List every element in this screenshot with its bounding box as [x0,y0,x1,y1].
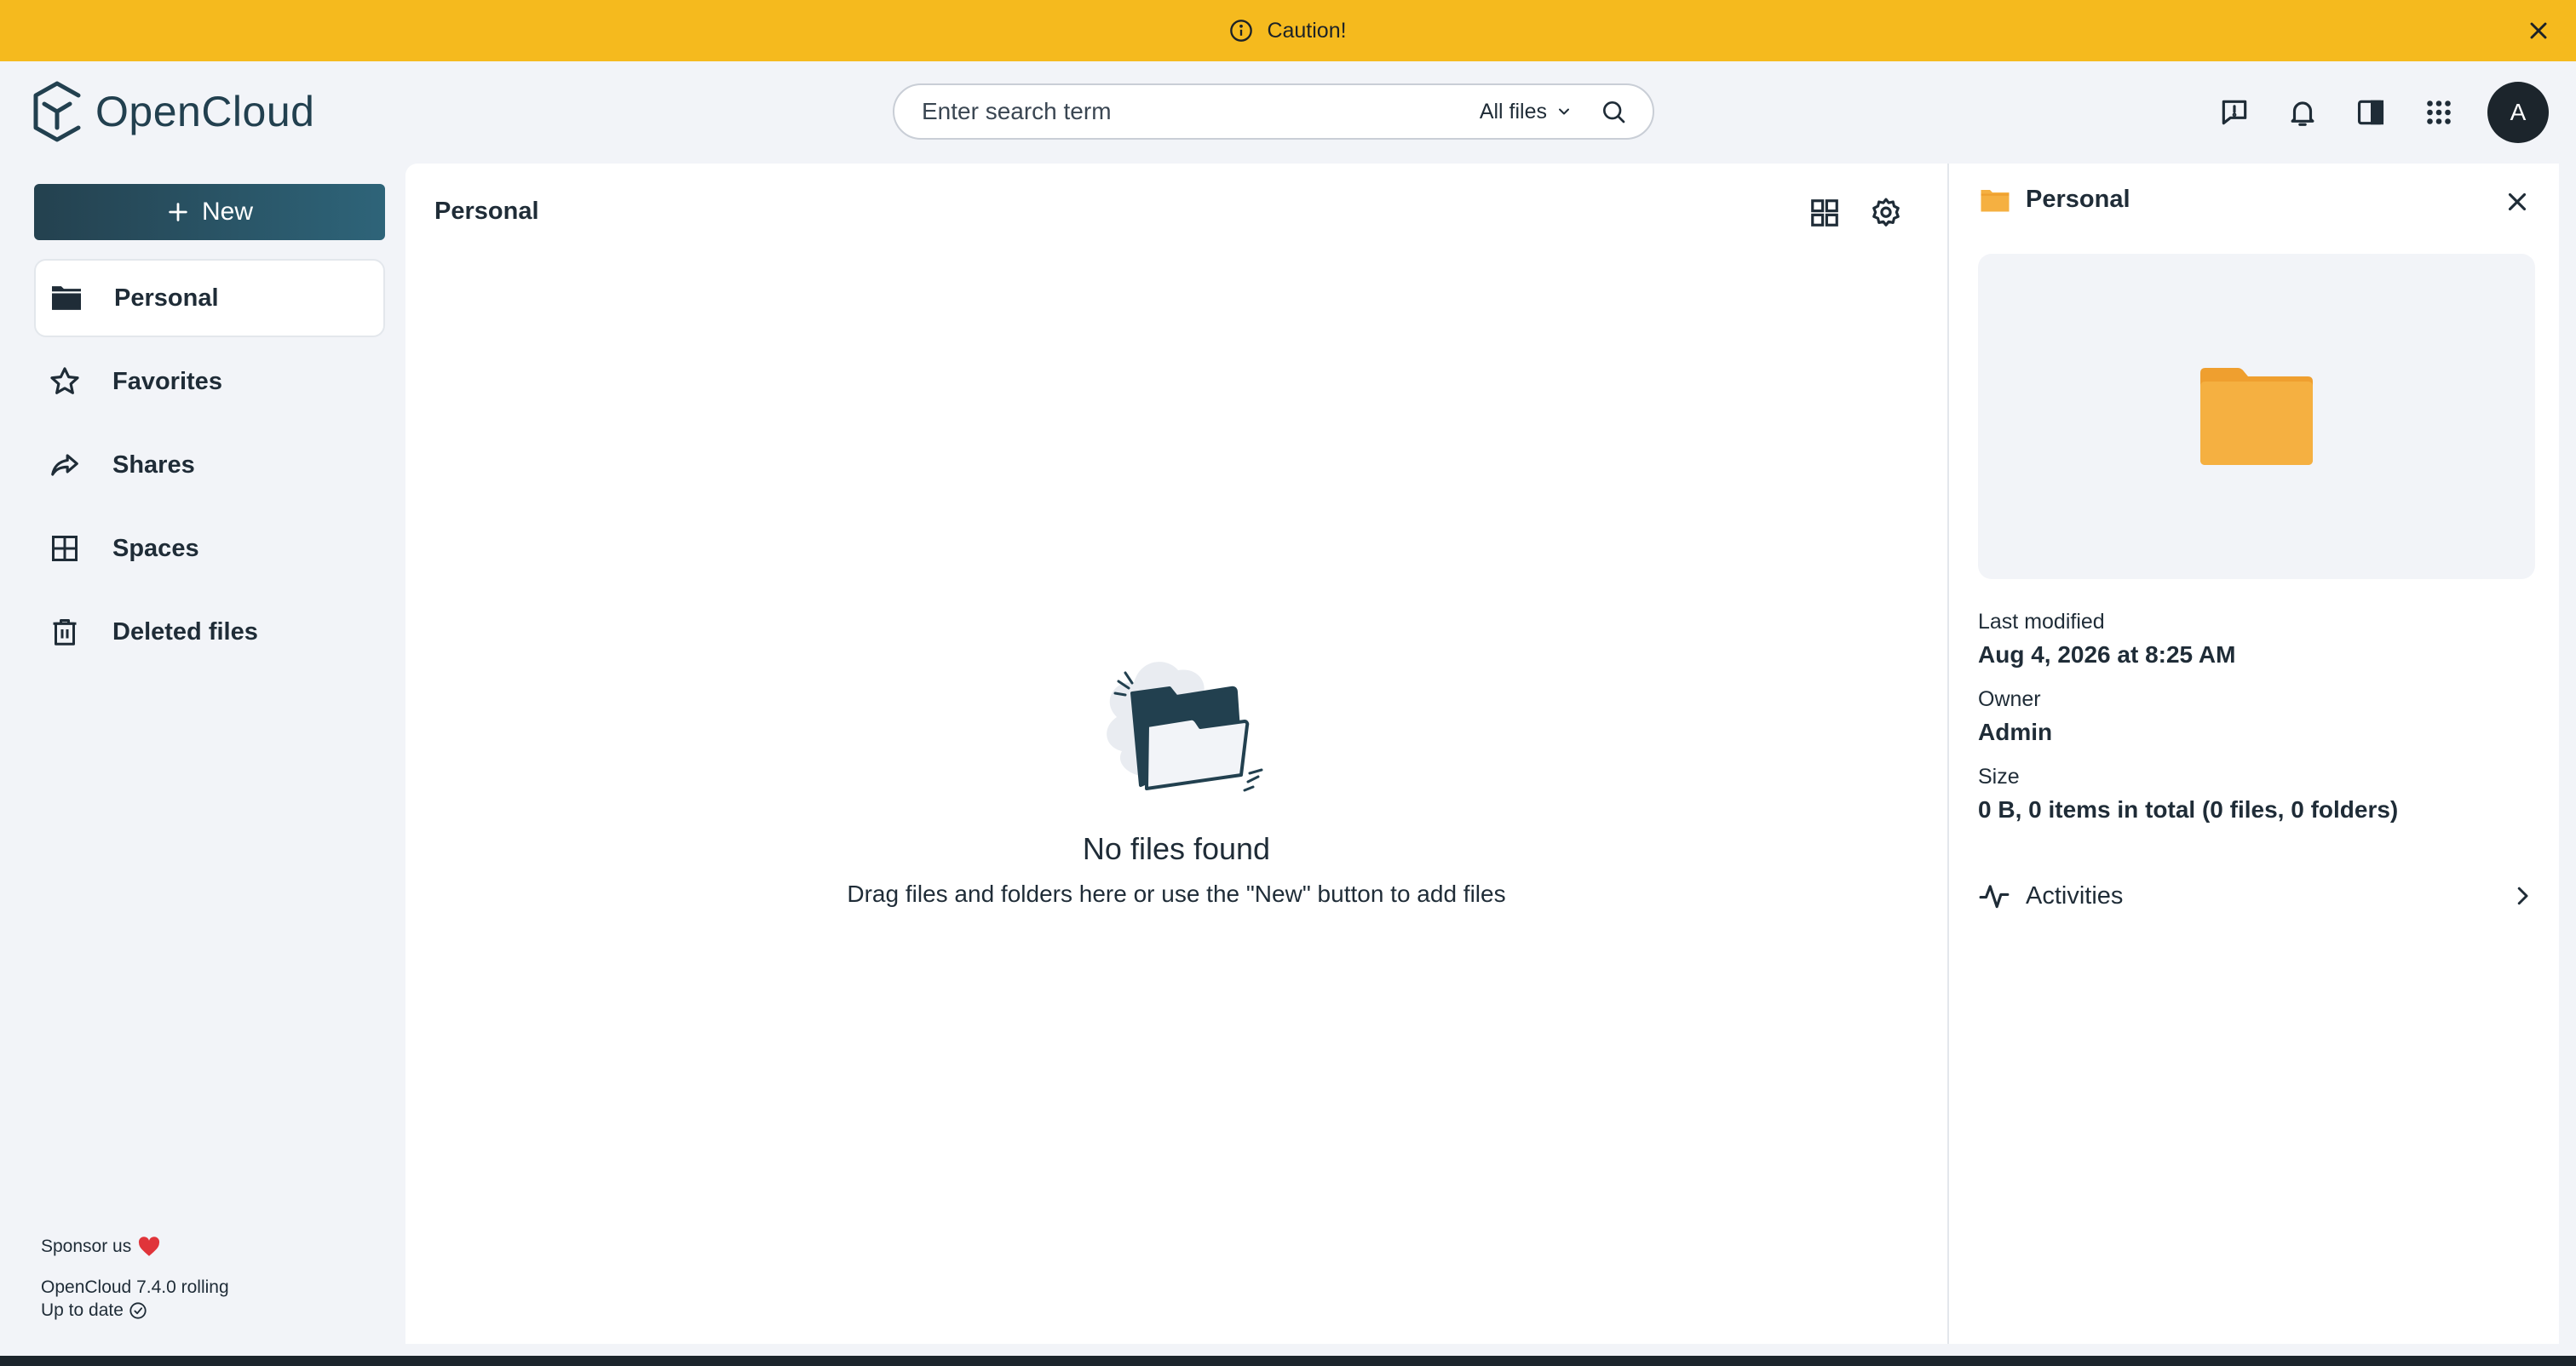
folder-icon [2197,366,2316,467]
top-bar: OpenCloud All files A [0,61,2576,164]
star-icon [48,364,82,399]
search-icon[interactable] [1596,95,1630,129]
last-modified-value: Aug 4, 2026 at 8:25 AM [1978,641,2236,668]
opencloud-logo-icon [31,80,83,143]
panel-title: Personal [2026,186,2130,213]
tile-view-icon[interactable] [1806,194,1843,232]
sidebar-item-personal[interactable]: Personal [34,259,385,337]
search-scope-dropdown[interactable]: All files [1480,100,1573,124]
banner-text: Caution! [1267,18,1347,43]
activities-label: Activities [2026,881,2124,910]
owner-label: Owner [1978,687,2041,711]
brand-logo[interactable]: OpenCloud [31,80,314,143]
notifications-bell-icon[interactable] [2283,93,2322,132]
brand-name: OpenCloud [95,88,315,135]
sponsor-label: Sponsor us [41,1237,132,1256]
plus-icon [166,200,190,224]
empty-subtitle: Drag files and folders here or use the "… [847,881,1506,907]
app-switcher-icon[interactable] [2419,93,2458,132]
empty-state: No files found Drag files and folders he… [405,632,1947,908]
sidebar-item-label: Spaces [112,534,199,562]
version-text: OpenCloud 7.4.0 rolling [41,1277,229,1297]
owner-value: Admin [1978,719,2053,745]
activities-row[interactable]: Activities [1978,872,2535,920]
new-button-label: New [201,198,253,226]
sidebar-item-label: Personal [114,284,219,312]
close-panel-icon[interactable] [2503,187,2533,218]
search-input[interactable] [922,98,1480,125]
folder-preview [1978,254,2535,579]
update-status: Up to date [41,1299,229,1322]
heart-icon [138,1237,160,1257]
details-panel: Personal Last modified Aug 4, 2026 at 8:… [1947,164,2559,1344]
sidebar-item-deleted-files[interactable]: Deleted files [34,593,385,671]
settings-gear-icon[interactable] [1867,194,1905,232]
last-modified-label: Last modified [1978,610,2105,634]
panel-header: Personal [1980,186,2130,214]
chevron-right-icon [2510,883,2535,909]
search-scope-label: All files [1479,99,1547,123]
sidebar: New Personal Favorites Shares Spaces Del… [0,164,405,1366]
banner-close-icon[interactable] [2525,17,2552,44]
size-label: Size [1978,765,2020,789]
sidebar-toggle-icon[interactable] [2351,93,2390,132]
size-value: 0 B, 0 items in total (0 files, 0 folder… [1978,796,2399,823]
sidebar-footer: Sponsor us OpenCloud 7.4.0 rolling Up to… [41,1237,229,1322]
user-avatar[interactable]: A [2487,82,2549,143]
empty-title: No files found [1082,831,1271,866]
update-status-label: Up to date [41,1300,124,1320]
sidebar-item-label: Shares [112,451,195,479]
sidebar-item-spaces[interactable]: Spaces [34,509,385,588]
trash-icon [48,615,82,649]
feedback-icon[interactable] [2215,93,2254,132]
folder-icon [49,281,83,315]
spaces-grid-icon [48,531,82,565]
sidebar-item-label: Favorites [112,367,222,395]
chevron-down-icon [1555,103,1573,120]
search-bar: All files [893,83,1654,140]
details-list: Last modified Aug 4, 2026 at 8:25 AM Own… [1978,610,2398,842]
window-bottom-edge [0,1356,2576,1366]
main-content: Personal No files found Drag files and f… [405,164,1947,1344]
caution-banner: Caution! [0,0,2576,61]
sidebar-item-label: Deleted files [112,617,258,646]
check-circle-icon [129,1301,147,1320]
info-icon [1229,19,1253,43]
share-icon [48,448,82,482]
open-folder-illustration [1066,632,1287,802]
folder-icon [1980,187,2010,213]
sponsor-link[interactable]: Sponsor us [41,1237,229,1257]
new-button[interactable]: New [34,184,385,240]
sidebar-item-shares[interactable]: Shares [34,426,385,504]
page-title: Personal [434,198,539,225]
activity-pulse-icon [1978,880,2010,912]
sidebar-item-favorites[interactable]: Favorites [34,342,385,421]
sidebar-nav: Personal Favorites Shares Spaces Deleted… [34,259,385,676]
